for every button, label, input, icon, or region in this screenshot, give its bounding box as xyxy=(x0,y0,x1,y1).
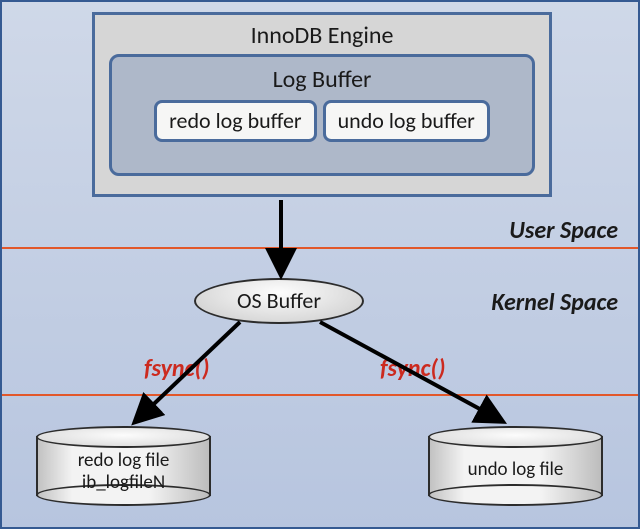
redo-file-line1: redo log file xyxy=(78,449,170,472)
label-fsync-right: fsync() xyxy=(380,354,445,383)
os-buffer: OS Buffer xyxy=(194,278,364,324)
undo-log-file-cylinder: undo log file xyxy=(428,426,603,506)
label-kernel-space: Kernel Space xyxy=(491,288,618,317)
redo-log-buffer: redo log buffer xyxy=(154,100,316,142)
redo-file-line2: ib_logfileN xyxy=(82,471,165,494)
undo-log-file-label: undo log file xyxy=(428,459,603,481)
engine-title: InnoDB Engine xyxy=(95,15,549,54)
redo-log-file-label: redo log file ib_logfileN xyxy=(36,450,211,494)
log-buffer-box: Log Buffer redo log buffer undo log buff… xyxy=(109,54,535,176)
redo-log-file-cylinder: redo log file ib_logfileN xyxy=(36,426,211,506)
label-fsync-left: fsync() xyxy=(144,354,209,383)
divider-kernel-disk xyxy=(2,394,638,396)
log-buffer-title: Log Buffer xyxy=(112,57,532,100)
diagram-canvas: User Space Kernel Space InnoDB Engine Lo… xyxy=(0,0,640,529)
label-user-space: User Space xyxy=(509,216,618,245)
innodb-engine-box: InnoDB Engine Log Buffer redo log buffer… xyxy=(92,12,552,197)
undo-log-buffer: undo log buffer xyxy=(323,100,490,142)
divider-user-kernel xyxy=(2,247,638,249)
